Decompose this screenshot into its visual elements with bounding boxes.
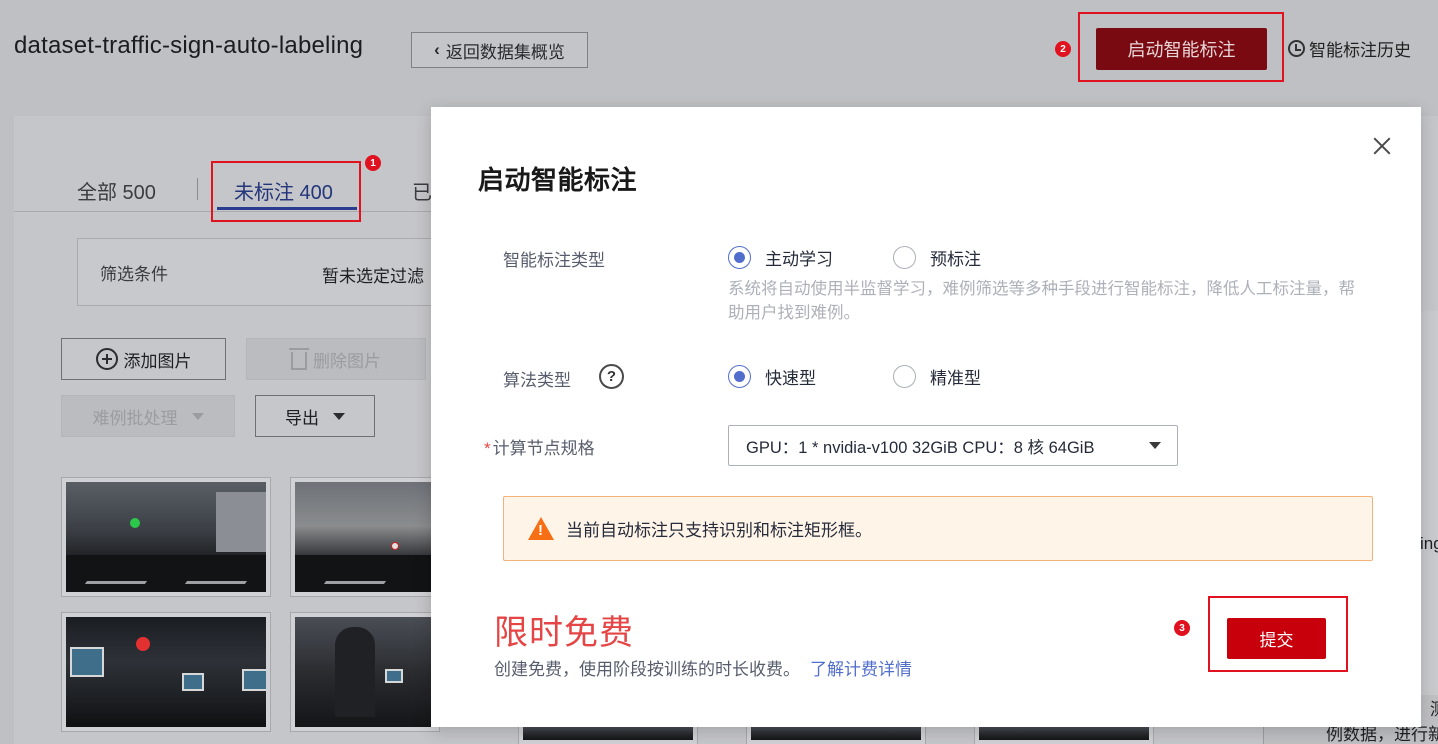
- caret-down-icon: [333, 412, 345, 420]
- back-to-overview-button[interactable]: ‹ 返回数据集概览: [411, 32, 588, 68]
- label-type-label: 智能标注类型: [503, 251, 605, 270]
- trash-icon: [289, 348, 309, 370]
- auto-labeling-history-link[interactable]: 智能标注历史: [1288, 36, 1411, 61]
- hard-example-label: 难例批处理: [92, 408, 178, 428]
- image-thumbnail[interactable]: [290, 477, 440, 597]
- caret-down-icon: [1149, 442, 1161, 449]
- radio-unchecked-icon: [893, 365, 916, 388]
- add-images-button[interactable]: 添加图片: [61, 338, 226, 380]
- export-dropdown[interactable]: 导出: [255, 395, 375, 437]
- radio-fast[interactable]: 快速型: [728, 364, 816, 389]
- thumbnail-image: [295, 617, 435, 727]
- promo-subtitle-text: 创建免费，使用阶段按训练的时长收费。: [494, 660, 800, 679]
- tab-labeled[interactable]: 已: [412, 176, 432, 205]
- radio-checked-icon: [728, 246, 751, 269]
- warning-alert: 当前自动标注只支持识别和标注矩形框。: [503, 496, 1373, 561]
- radio-label: 精准型: [930, 369, 981, 388]
- alert-text: 当前自动标注只支持识别和标注矩形框。: [566, 521, 872, 540]
- history-icon: [1288, 40, 1305, 57]
- dialog-title: 启动智能标注: [478, 165, 638, 195]
- question-icon[interactable]: ?: [599, 364, 624, 389]
- annotation-badge-3: 3: [1174, 620, 1190, 636]
- radio-label: 主动学习: [765, 250, 833, 269]
- annotation-box-3: [1208, 596, 1348, 672]
- pricing-details-link[interactable]: 了解计费详情: [810, 660, 912, 679]
- radio-checked-icon: [728, 365, 751, 388]
- history-link-label: 智能标注历史: [1309, 41, 1411, 60]
- radio-pre-labeling[interactable]: 预标注: [893, 245, 981, 270]
- chevron-left-icon: ‹: [434, 40, 440, 59]
- caret-down-icon: [191, 412, 204, 420]
- back-button-label: 返回数据集概览: [445, 42, 565, 62]
- thumbnail-image: [66, 482, 266, 592]
- right-panel-text: ing: [1420, 534, 1438, 553]
- annotation-box-1: [211, 161, 361, 222]
- plus-circle-icon: [95, 348, 118, 370]
- radio-label: 预标注: [930, 250, 981, 269]
- export-label: 导出: [285, 408, 319, 428]
- right-side-panel: [1420, 311, 1438, 744]
- right-card-text-line1: 测: [1430, 695, 1438, 720]
- filter-value: 暂未选定过滤: [322, 267, 424, 286]
- warning-icon: [528, 517, 554, 540]
- annotation-badge-2: 2: [1055, 41, 1071, 57]
- compute-spec-label-text: 计算节点规格: [492, 439, 595, 458]
- annotation-badge-1: 1: [365, 155, 381, 171]
- delete-images-label: 删除图片: [313, 351, 381, 371]
- radio-active-learning[interactable]: 主动学习: [728, 245, 833, 270]
- radio-label: 快速型: [765, 369, 816, 388]
- tab-all[interactable]: 全部 500: [77, 176, 156, 205]
- image-thumbnail[interactable]: [61, 477, 271, 597]
- delete-images-button[interactable]: 删除图片: [246, 338, 426, 380]
- traffic-light: [136, 637, 150, 651]
- compute-spec-label: * 计算节点规格: [484, 434, 595, 459]
- filter-label: 筛选条件: [100, 265, 168, 284]
- thumbnail-image: [66, 617, 266, 727]
- promo-title: 限时免费: [494, 614, 634, 652]
- close-icon[interactable]: [1370, 134, 1394, 158]
- page-title: dataset-traffic-sign-auto-labeling: [14, 32, 364, 59]
- compute-spec-select[interactable]: GPU：1 * nvidia-v100 32GiB CPU：8 核 64GiB: [728, 425, 1178, 466]
- annotation-box-2: [1078, 12, 1284, 82]
- hard-example-dropdown[interactable]: 难例批处理: [61, 395, 235, 437]
- compute-spec-value: GPU：1 * nvidia-v100 32GiB CPU：8 核 64GiB: [746, 438, 1095, 457]
- image-thumbnail[interactable]: [290, 612, 440, 732]
- image-thumbnail[interactable]: [61, 612, 271, 732]
- required-asterisk: *: [484, 439, 491, 458]
- traffic-light: [130, 518, 140, 528]
- promo-subtitle: 创建免费，使用阶段按训练的时长收费。 了解计费详情: [494, 655, 912, 680]
- radio-precise[interactable]: 精准型: [893, 364, 981, 389]
- thumbnail-image: [295, 482, 435, 592]
- add-images-label: 添加图片: [123, 351, 192, 371]
- algorithm-type-label: 算法类型: [503, 371, 571, 390]
- tab-separator: [197, 178, 198, 200]
- radio-unchecked-icon: [893, 246, 916, 269]
- label-type-help-text: 系统将自动使用半监督学习，难例筛选等多种手段进行智能标注，降低人工标注量，帮助用…: [728, 280, 1355, 322]
